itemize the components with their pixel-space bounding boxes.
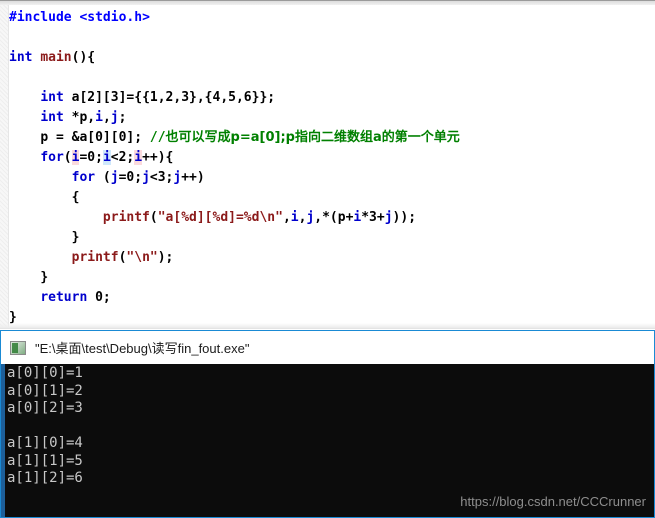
code-token: (){ xyxy=(71,50,96,65)
code-token: j xyxy=(142,170,150,185)
code-token: 也可以写成p=a[0];p指向二维数组a的第一个单元 xyxy=(165,130,460,145)
code-token: for xyxy=(71,170,96,185)
code-token: i xyxy=(134,150,143,165)
code-token: "\n" xyxy=(126,250,158,265)
console-output-line: a[1][2]=6 xyxy=(7,470,83,486)
console-output-text: a[0][0]=1 a[0][1]=2 a[0][2]=3 a[1][0]=4 a[1… xyxy=(7,365,83,505)
code-token: int xyxy=(40,110,72,125)
console-window[interactable]: "E:\桌面\test\Debug\读写fin_fout.exe" a[0][0… xyxy=(0,330,655,518)
code-line[interactable]: { xyxy=(9,188,655,208)
console-titlebar[interactable]: "E:\桌面\test\Debug\读写fin_fout.exe" xyxy=(1,331,654,364)
code-token: // xyxy=(149,130,166,145)
code-token: for xyxy=(40,150,64,165)
code-token: "a[%d][%d]=%d\n" xyxy=(157,210,283,225)
code-token: int xyxy=(40,90,72,105)
code-token: ( xyxy=(95,170,111,185)
code-token: ++){ xyxy=(142,150,174,165)
code-token: i xyxy=(290,210,299,225)
code-token: } xyxy=(40,270,49,285)
code-line[interactable]: int a[2][3]={{1,2,3},{4,5,6}}; xyxy=(9,88,655,108)
console-output-line: a[0][0]=1 xyxy=(7,365,83,381)
code-token: *3+ xyxy=(361,210,385,225)
code-token: } xyxy=(71,230,80,245)
code-token: { xyxy=(71,190,80,205)
code-line[interactable]: } xyxy=(9,268,655,288)
code-token: a[2][3]={{1,2,3},{4,5,6}}; xyxy=(71,90,276,105)
code-token: printf xyxy=(102,210,150,225)
code-line[interactable]: for(i=0;i<2;i++){ xyxy=(9,148,655,168)
console-output-line: a[1][1]=5 xyxy=(7,452,83,469)
code-token: <2; xyxy=(110,150,135,165)
code-token: ( xyxy=(149,210,158,225)
console-title-text: "E:\桌面\test\Debug\读写fin_fout.exe" xyxy=(35,341,250,356)
console-output-line: a[1][0]=4 xyxy=(7,435,83,451)
code-token: 0; xyxy=(95,290,111,305)
editor-code-area[interactable]: #include <stdio.h> int main(){ int a[2][… xyxy=(9,5,655,329)
code-token: i xyxy=(102,150,111,165)
code-token: , xyxy=(102,110,111,125)
console-output-area[interactable]: a[0][0]=1 a[0][1]=2 a[0][2]=3 a[1][0]=4 a[1… xyxy=(1,364,654,517)
code-line[interactable] xyxy=(9,28,655,48)
code-token: #include xyxy=(9,10,80,25)
console-output-line: a[0][1]=2 xyxy=(7,382,83,399)
code-line[interactable]: printf("a[%d][%d]=%d\n",i,j,*(p+i*3+j)); xyxy=(9,208,655,228)
code-token: j xyxy=(110,110,119,125)
screenshot-root: #include <stdio.h> int main(){ int a[2][… xyxy=(0,0,655,518)
code-line[interactable]: printf("\n"); xyxy=(9,248,655,268)
code-token: j xyxy=(384,210,393,225)
watermark-url: https://blog.csdn.net/CCCrunner xyxy=(460,494,646,509)
code-line[interactable]: p = &a[0][0]; //也可以写成p=a[0];p指向二维数组a的第一个… xyxy=(9,128,655,148)
code-token: ,*(p+ xyxy=(314,210,354,225)
console-left-rail xyxy=(1,364,5,517)
code-line[interactable]: return 0; xyxy=(9,288,655,308)
code-token: main xyxy=(40,50,72,65)
code-line[interactable]: for (j=0;j<3;j++) xyxy=(9,168,655,188)
code-editor-pane[interactable]: #include <stdio.h> int main(){ int a[2][… xyxy=(0,0,655,329)
code-token: =0; xyxy=(79,150,103,165)
editor-bottom-shadow xyxy=(0,323,655,329)
code-token: ); xyxy=(157,250,174,265)
code-line[interactable]: int main(){ xyxy=(9,48,655,68)
code-token: p = &a[0][0]; xyxy=(40,130,150,145)
code-token: *p, xyxy=(71,110,96,125)
code-token: i xyxy=(95,110,103,125)
code-line[interactable]: int *p,i,j; xyxy=(9,108,655,128)
code-token: , xyxy=(282,210,291,225)
code-token: )); xyxy=(392,210,417,225)
code-line[interactable]: #include <stdio.h> xyxy=(9,8,655,28)
code-token: j xyxy=(110,170,119,185)
console-output-line: a[0][2]=3 xyxy=(7,400,83,416)
code-token: ++) xyxy=(181,170,205,185)
code-token: <stdio.h> xyxy=(79,10,150,25)
code-token: printf xyxy=(71,250,119,265)
editor-gutter[interactable] xyxy=(0,5,9,329)
code-token: ; xyxy=(118,110,127,125)
code-line[interactable]: } xyxy=(9,228,655,248)
code-token: =0; xyxy=(118,170,143,185)
code-line[interactable] xyxy=(9,68,655,88)
code-token: ( xyxy=(63,150,72,165)
console-app-icon xyxy=(10,340,26,355)
code-token: <3; xyxy=(149,170,174,185)
code-token: int xyxy=(9,50,41,65)
code-token: return xyxy=(40,290,96,305)
